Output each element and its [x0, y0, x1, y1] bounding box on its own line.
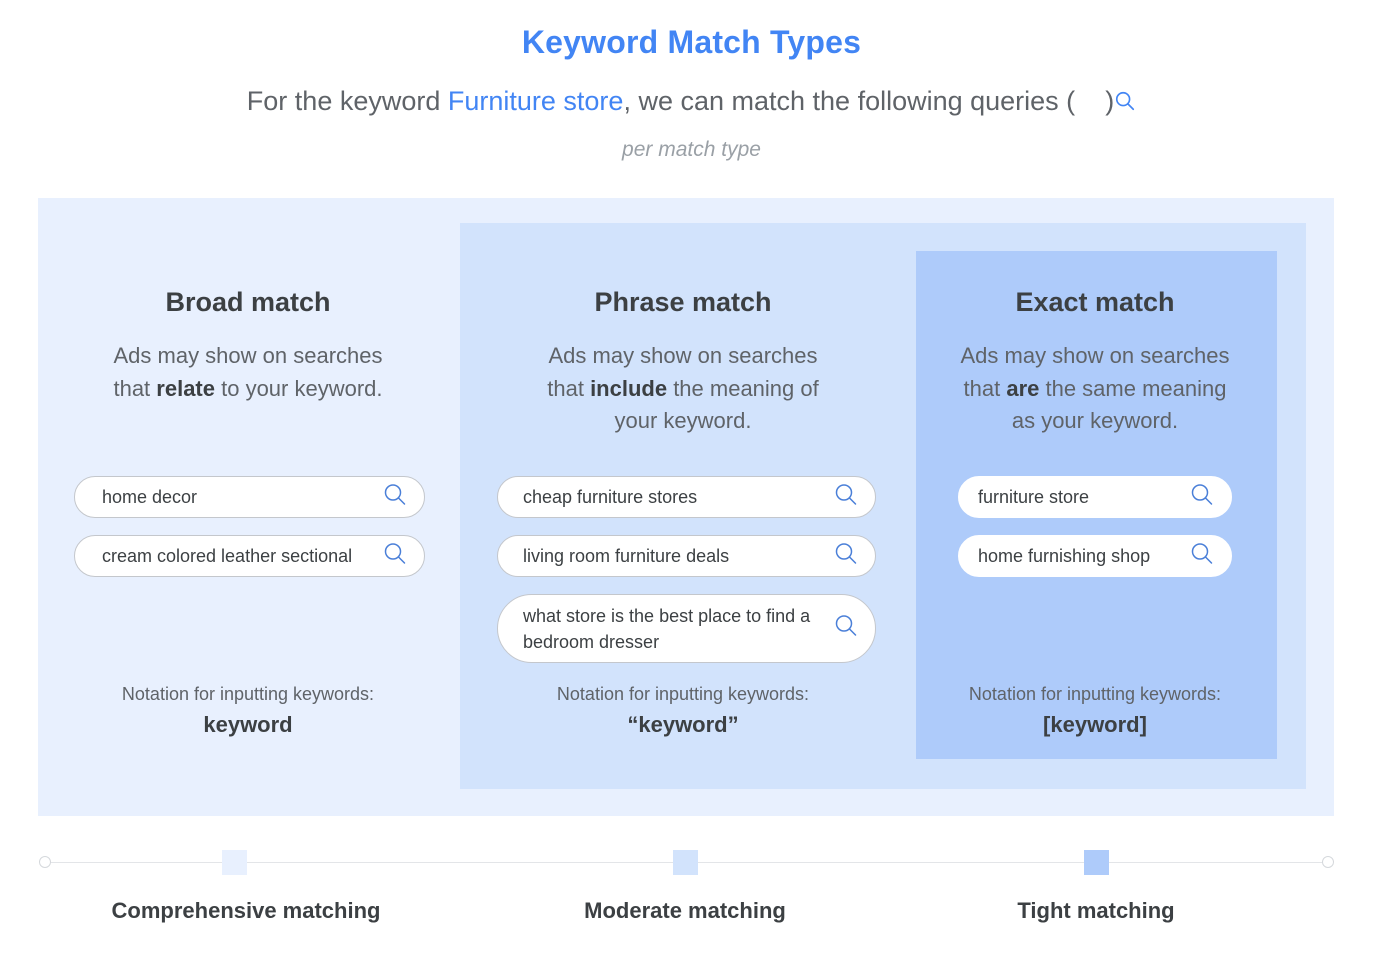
subtitle-prefix: For the keyword	[246, 86, 448, 116]
search-icon[interactable]	[1190, 483, 1214, 512]
search-icon	[1114, 88, 1136, 119]
broad-match-notation: Notation for inputting keywords: keyword	[60, 684, 436, 738]
query-pill[interactable]: cheap furniture stores	[497, 476, 876, 518]
phrase-match-queries: cheap furniture stores living room furni…	[497, 476, 876, 680]
query-pill[interactable]: cream colored leather sectional	[74, 535, 425, 577]
scale-marker-phrase	[673, 850, 698, 875]
notation-label: Notation for inputting keywords:	[556, 684, 810, 704]
search-icon[interactable]	[383, 483, 407, 512]
phrase-match-title: Phrase match	[594, 287, 772, 317]
page-title: Keyword Match Types	[521, 24, 862, 60]
query-text: living room furniture deals	[523, 545, 730, 566]
query-text: cheap furniture stores	[523, 486, 698, 507]
search-icon[interactable]	[1190, 542, 1214, 571]
keyword-highlight: Furniture store	[447, 86, 624, 116]
scale-label-tight: Tight matching	[1017, 898, 1175, 923]
notation-value: keyword	[203, 712, 293, 737]
query-text: what store is the best place to find a b…	[523, 605, 811, 652]
exact-match-queries: furniture store home furnishing shop	[958, 476, 1232, 594]
query-pill[interactable]: home furnishing shop	[958, 535, 1232, 577]
search-icon[interactable]	[383, 542, 407, 571]
exact-match-notation: Notation for inputting keywords: [keywor…	[930, 684, 1260, 738]
search-icon[interactable]	[834, 483, 858, 512]
notation-label: Notation for inputting keywords:	[968, 684, 1222, 704]
broad-match-queries: home decor cream colored leather section…	[74, 476, 425, 594]
notation-label: Notation for inputting keywords:	[121, 684, 375, 704]
scale-start-dot	[39, 856, 51, 868]
query-text: furniture store	[978, 486, 1090, 507]
phrase-match-column: Phrase match Ads may show on searches th…	[482, 282, 884, 438]
broad-match-column: Broad match Ads may show on searches tha…	[60, 282, 436, 405]
search-icon[interactable]	[834, 613, 858, 644]
phrase-match-description: Ads may show on searches that include th…	[482, 340, 884, 438]
query-pill[interactable]: what store is the best place to find a b…	[497, 594, 876, 663]
search-icon[interactable]	[834, 542, 858, 571]
subtitle-suffix: , we can match the following queries (	[623, 86, 1076, 116]
query-text: home decor	[102, 486, 198, 507]
exact-match-title: Exact match	[1015, 287, 1175, 317]
query-pill[interactable]: living room furniture deals	[497, 535, 876, 577]
per-match-type-note: per match type	[622, 138, 761, 161]
query-pill[interactable]: furniture store	[958, 476, 1232, 518]
exact-match-column: Exact match Ads may show on searches tha…	[930, 282, 1260, 438]
desc-bold: relate	[156, 375, 215, 401]
scale-label-moderate: Moderate matching	[584, 898, 786, 923]
scale-marker-exact	[1084, 850, 1109, 875]
desc-text: to your keyword.	[215, 375, 383, 401]
query-pill[interactable]: home decor	[74, 476, 425, 518]
broad-match-description: Ads may show on searches that relate to …	[60, 340, 436, 405]
notation-value: [keyword]	[1043, 712, 1147, 737]
scale-end-dot	[1322, 856, 1334, 868]
scale-marker-broad	[222, 850, 247, 875]
query-text: home furnishing shop	[978, 545, 1151, 566]
desc-bold: are	[1006, 375, 1040, 401]
desc-text: the same meaning as your keyword.	[1011, 375, 1227, 434]
broad-match-title: Broad match	[165, 287, 331, 317]
scale-label-comprehensive: Comprehensive matching	[111, 898, 381, 923]
desc-bold: include	[590, 375, 668, 401]
query-text: cream colored leather sectional	[102, 545, 353, 566]
phrase-match-notation: Notation for inputting keywords: “keywor…	[482, 684, 884, 738]
subtitle: For the keyword Furniture store, we can …	[0, 86, 1383, 119]
subtitle-close: )	[1105, 86, 1115, 116]
notation-value: “keyword”	[627, 712, 739, 737]
exact-match-description: Ads may show on searches that are the sa…	[930, 340, 1260, 438]
